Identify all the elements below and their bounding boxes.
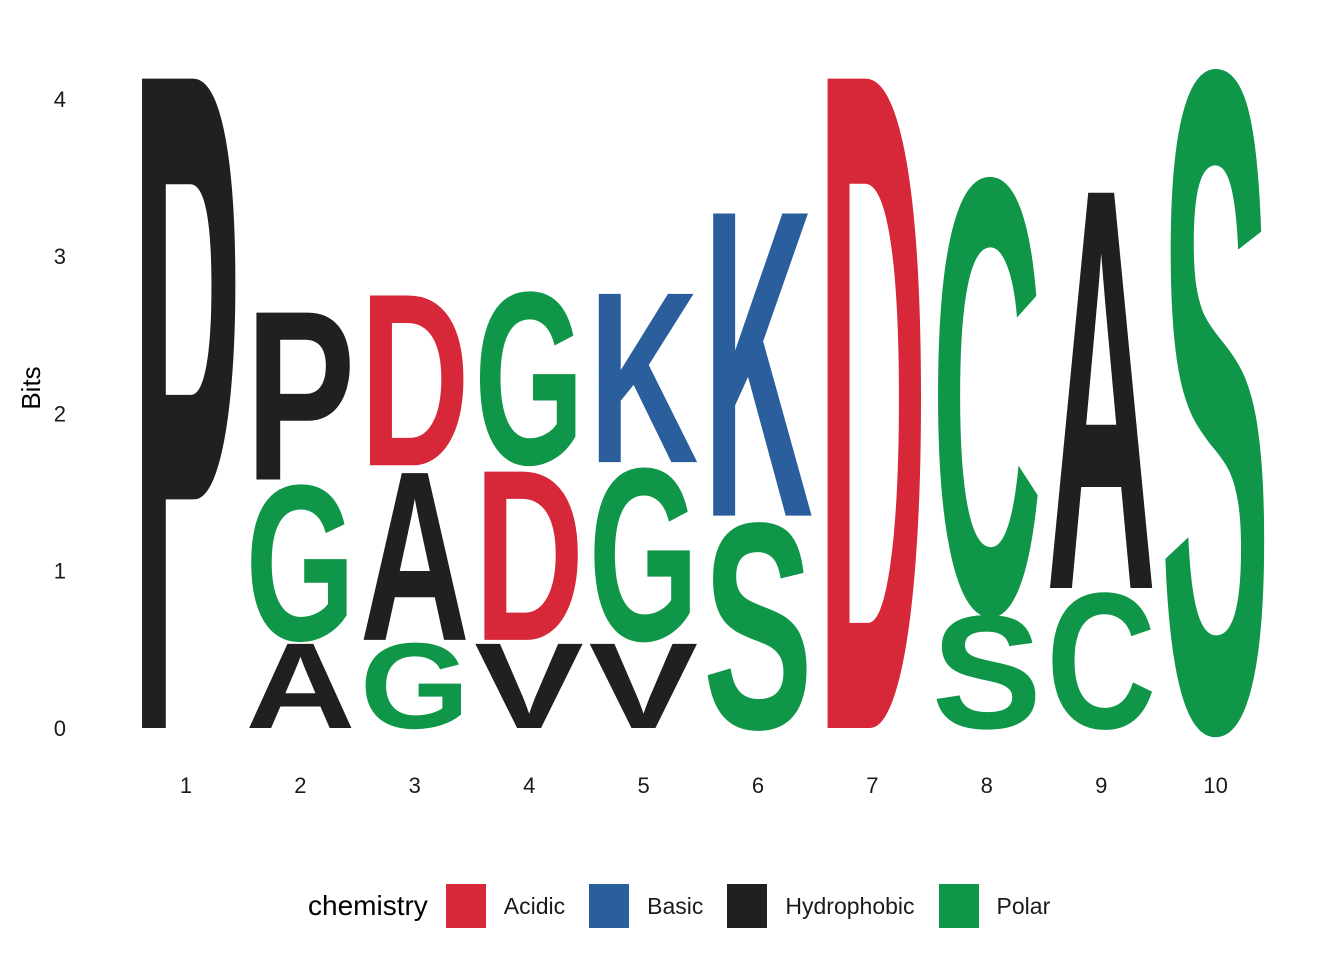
legend-label-acidic: Acidic: [503, 892, 566, 919]
logo-letter-p: P: [245, 260, 355, 531]
logo-letter-p: P: [131, 0, 241, 929]
legend-item-hydrophobic: Hydrophobic: [727, 884, 915, 928]
logo-letter-g: G: [474, 240, 584, 516]
logo-letter-d: D: [360, 243, 470, 519]
legend-label-polar: Polar: [996, 892, 1051, 919]
legend-label-basic: Basic: [647, 892, 704, 919]
legend-label-hydrophobic: Hydrophobic: [785, 892, 915, 919]
x-tick-label: 5: [637, 773, 649, 798]
y-tick-label: 4: [54, 87, 66, 112]
logo-letter-a: A: [1046, 69, 1156, 711]
legend-title: chemistry: [308, 890, 428, 921]
y-axis-ticks: 0 1 2 3 4: [54, 87, 66, 741]
legend-swatch-acidic: [445, 884, 486, 928]
legend-item-polar: Polar: [938, 884, 1051, 928]
legend-item-basic: Basic: [589, 884, 703, 928]
legend-swatch-polar: [938, 884, 979, 928]
y-tick-label: 1: [54, 559, 66, 584]
x-tick-label: 4: [523, 773, 535, 798]
legend-swatch-hydrophobic: [727, 884, 768, 928]
x-tick-label: 3: [409, 773, 421, 798]
logo-letter-c: C: [932, 50, 1042, 745]
y-tick-label: 0: [54, 716, 66, 741]
x-tick-label: 2: [294, 773, 306, 798]
legend: chemistry Acidic Basic Hydrophobic Polar: [308, 880, 1074, 932]
y-tick-label: 3: [54, 244, 66, 269]
legend-item-acidic: Acidic: [445, 884, 566, 928]
x-tick-label: 8: [981, 773, 993, 798]
x-tick-label: 9: [1095, 773, 1107, 798]
legend-swatch-basic: [589, 884, 630, 928]
logo-letter-d: D: [817, 0, 927, 929]
logo-letter-k: K: [589, 242, 699, 515]
y-tick-label: 2: [54, 401, 66, 426]
y-axis-title: Bits: [16, 366, 46, 409]
logo-letter-s: S: [1161, 0, 1271, 929]
sequence-logo-chart: Bits 01234 1 2 3 4 5 6 7 8 9 10 P AGPGADVDGVGKSK D S…: [16, 0, 1271, 929]
logo-letter-k: K: [703, 117, 813, 609]
